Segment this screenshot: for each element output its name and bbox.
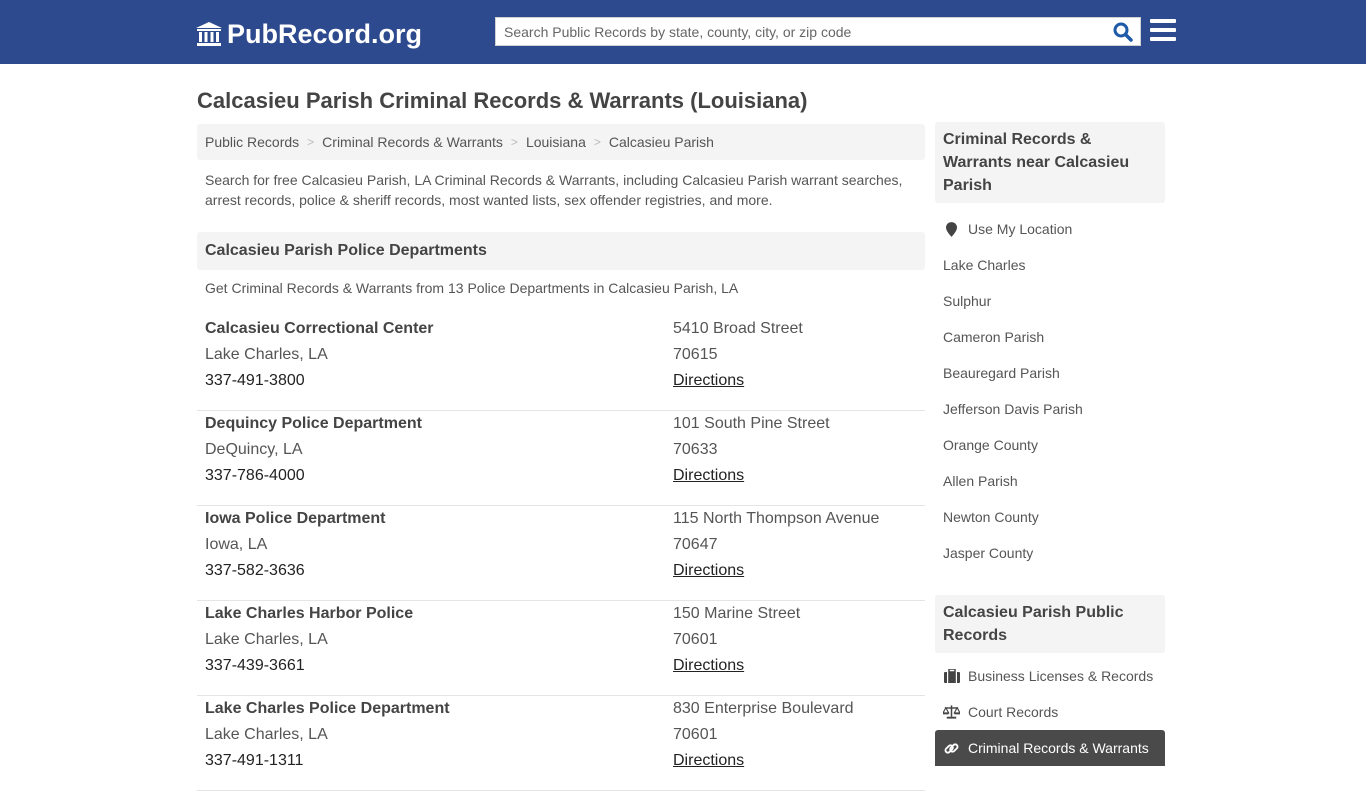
directions-link[interactable]: Directions	[673, 467, 744, 484]
directions-link[interactable]: Directions	[673, 562, 744, 579]
sidebar-nearby-heading: Criminal Records & Warrants near Calcasi…	[935, 122, 1165, 203]
nearby-link-jefferson-davis-parish[interactable]: Jefferson Davis Parish	[935, 391, 1165, 427]
search-box	[495, 17, 1141, 46]
sidebar-item-label: Business Licenses & Records	[968, 668, 1154, 684]
department-row: Lake Charles Harbor Police Lake Charles,…	[197, 601, 925, 696]
department-row: Dequincy Police Department DeQuincy, LA …	[197, 411, 925, 506]
nearby-link-orange-county[interactable]: Orange County	[935, 427, 1165, 463]
department-city: DeQuincy, LA	[205, 441, 303, 458]
department-zip: 70601	[673, 726, 718, 743]
department-zip: 70633	[673, 441, 718, 458]
breadcrumb-separator: >	[510, 135, 518, 149]
department-row: Calcasieu Correctional Center Lake Charl…	[197, 316, 925, 411]
department-zip: 70647	[673, 536, 718, 553]
sidebar-item-business-licenses[interactable]: Business Licenses & Records	[935, 658, 1165, 694]
nearby-link-beauregard-parish[interactable]: Beauregard Parish	[935, 355, 1165, 391]
department-phone[interactable]: 337-491-3800	[205, 372, 434, 398]
department-name: Lake Charles Police Department	[205, 700, 450, 717]
department-street: 101 South Pine Street	[673, 415, 830, 432]
search-input[interactable]	[496, 18, 1096, 45]
breadcrumb-separator: >	[593, 135, 601, 149]
department-street: 115 North Thompson Avenue	[673, 510, 880, 527]
directions-link[interactable]: Directions	[673, 752, 744, 769]
directions-link[interactable]: Directions	[673, 657, 744, 674]
department-phone[interactable]: 337-491-1311	[205, 752, 450, 778]
breadcrumb-criminal-records[interactable]: Criminal Records & Warrants	[322, 134, 503, 150]
department-zip: 70615	[673, 346, 718, 363]
site-logo-text: PubRecord.org	[227, 18, 423, 49]
page-title: Calcasieu Parish Criminal Records & Warr…	[197, 88, 808, 113]
link-icon	[943, 740, 960, 756]
sidebar-item-label: Criminal Records & Warrants	[968, 740, 1149, 756]
nearby-link-lake-charles[interactable]: Lake Charles	[935, 247, 1165, 283]
nearby-link-allen-parish[interactable]: Allen Parish	[935, 463, 1165, 499]
courthouse-icon	[195, 20, 223, 48]
sidebar-nearby: Criminal Records & Warrants near Calcasi…	[935, 122, 1165, 571]
breadcrumb-louisiana[interactable]: Louisiana	[526, 134, 586, 150]
nearby-link-cameron-parish[interactable]: Cameron Parish	[935, 319, 1165, 355]
search-icon[interactable]	[1112, 22, 1134, 42]
directions-link[interactable]: Directions	[673, 372, 744, 389]
sidebar-item-court-records[interactable]: Court Records	[935, 694, 1165, 730]
sidebar-item-criminal-records[interactable]: Criminal Records & Warrants	[935, 730, 1165, 766]
department-name: Iowa Police Department	[205, 510, 386, 527]
sidebar-public-records: Calcasieu Parish Public Records Business…	[935, 595, 1165, 766]
nearby-link-newton-county[interactable]: Newton County	[935, 499, 1165, 535]
breadcrumb-current: Calcasieu Parish	[608, 134, 714, 150]
department-name: Dequincy Police Department	[205, 415, 422, 432]
department-phone[interactable]: 337-439-3661	[205, 657, 413, 683]
briefcase-icon	[943, 668, 960, 684]
department-list: Calcasieu Correctional Center Lake Charl…	[197, 316, 925, 791]
hamburger-menu-icon[interactable]	[1150, 19, 1176, 43]
balance-scale-icon	[943, 704, 960, 720]
department-name: Lake Charles Harbor Police	[205, 605, 414, 622]
department-city: Lake Charles, LA	[205, 631, 328, 648]
department-city: Lake Charles, LA	[205, 346, 328, 363]
department-city: Iowa, LA	[205, 536, 268, 553]
breadcrumb-separator: >	[307, 135, 315, 149]
breadcrumb: Public Records > Criminal Records & Warr…	[197, 124, 925, 160]
department-zip: 70601	[673, 631, 718, 648]
sidebar-public-records-heading: Calcasieu Parish Public Records	[935, 595, 1165, 653]
breadcrumb-public-records[interactable]: Public Records	[205, 134, 299, 150]
department-street: 830 Enterprise Boulevard	[673, 700, 854, 717]
use-my-location-link[interactable]: Use My Location	[935, 211, 1165, 247]
nearby-link-sulphur[interactable]: Sulphur	[935, 283, 1165, 319]
intro-text: Search for free Calcasieu Parish, LA Cri…	[205, 172, 903, 208]
nearby-link-jasper-county[interactable]: Jasper County	[935, 535, 1165, 571]
sidebar-item-label: Court Records	[968, 704, 1059, 720]
department-city: Lake Charles, LA	[205, 726, 328, 743]
department-name: Calcasieu Correctional Center	[205, 320, 434, 337]
department-row: Iowa Police Department Iowa, LA 337-582-…	[197, 506, 925, 601]
department-phone[interactable]: 337-582-3636	[205, 562, 386, 588]
map-marker-icon	[943, 221, 960, 237]
use-my-location-label: Use My Location	[968, 221, 1073, 237]
section-subheading: Get Criminal Records & Warrants from 13 …	[205, 280, 739, 296]
top-navigation-bar: PubRecord.org	[0, 0, 1366, 64]
site-logo-link[interactable]: PubRecord.org	[195, 17, 422, 51]
section-heading: Calcasieu Parish Police Departments	[197, 232, 925, 270]
department-phone[interactable]: 337-786-4000	[205, 467, 422, 493]
department-street: 5410 Broad Street	[673, 320, 803, 337]
department-row: Lake Charles Police Department Lake Char…	[197, 696, 925, 791]
department-street: 150 Marine Street	[673, 605, 801, 622]
